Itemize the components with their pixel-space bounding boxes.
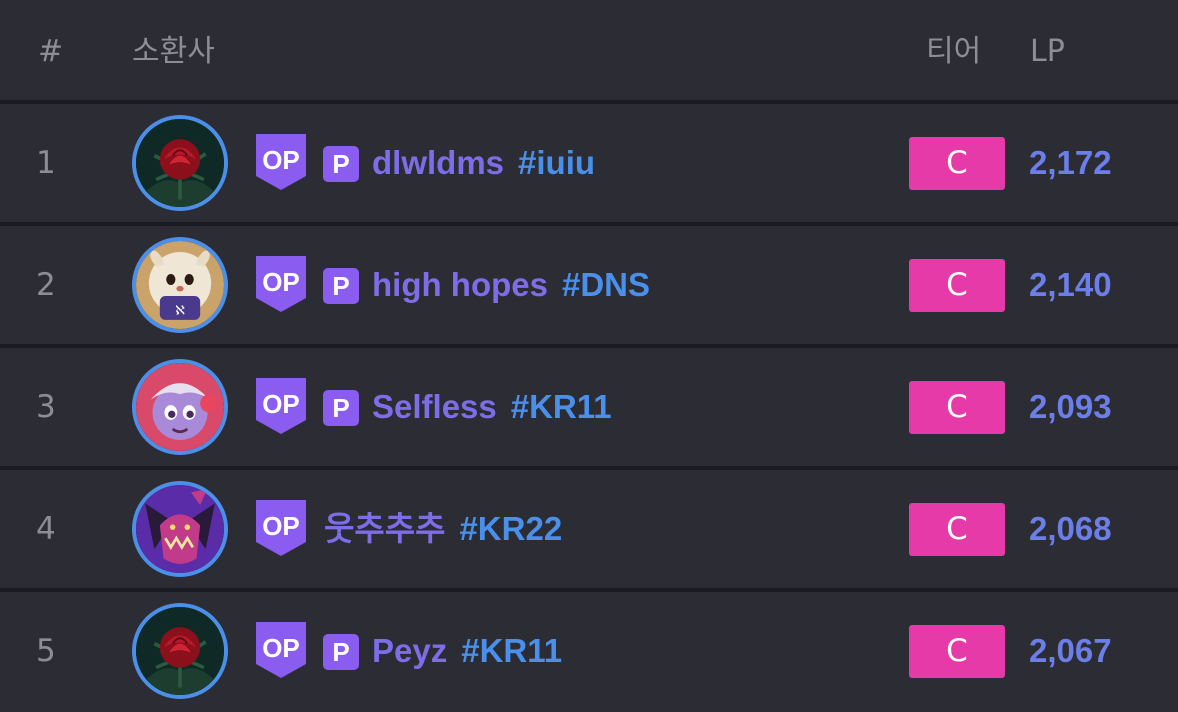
avatar[interactable]	[132, 603, 228, 699]
p-badge: P	[323, 268, 359, 304]
op-badge[interactable]: OP	[256, 378, 306, 434]
op-label: OP	[262, 389, 300, 419]
rank-number: 5	[36, 633, 56, 669]
summoner-name: Peyz	[372, 632, 448, 669]
summoner-tag: #KR22	[459, 510, 563, 547]
lp-value: 2,093	[1029, 388, 1112, 425]
table-row[interactable]: 1 OP P dlwldms #iuiu C 2,172	[0, 104, 1178, 222]
summoner-name-link[interactable]: Peyz #KR11	[372, 629, 562, 673]
rank-column-header: #	[38, 34, 64, 69]
p-badge: P	[323, 634, 359, 670]
op-label: OP	[262, 633, 300, 663]
rank-number: 2	[36, 267, 56, 303]
summoner-tag: #iuiu	[518, 144, 596, 181]
tier-badge: C	[909, 625, 1005, 678]
svg-text:ℵ: ℵ	[175, 303, 185, 318]
summoner-name-link[interactable]: 웃추추추 #KR22	[324, 507, 562, 551]
tier-column-header: 티어	[926, 34, 982, 69]
summoner-name-link[interactable]: high hopes #DNS	[372, 263, 650, 307]
summoner-tag: #DNS	[562, 266, 651, 303]
summoner-tag: #KR11	[510, 388, 612, 425]
table-row[interactable]: 3 OP P Selfless #KR11 C 2,093	[0, 348, 1178, 466]
summoner-name: high hopes	[372, 266, 548, 303]
lp-value: 2,067	[1029, 632, 1112, 669]
op-badge[interactable]: OP	[256, 622, 306, 678]
tier-badge: C	[909, 137, 1005, 190]
leaderboard: # 소환사 티어 LP 1 OP P dlwldms #iuiu C 2,172…	[0, 0, 1178, 712]
rose-icon	[136, 119, 224, 207]
lp-column-header: LP	[1030, 34, 1065, 69]
summoner-tag: #KR11	[461, 632, 563, 669]
summoner-name: dlwldms	[372, 144, 505, 181]
avatar[interactable]	[132, 115, 228, 211]
op-label: OP	[262, 267, 300, 297]
rank-number: 3	[36, 389, 56, 425]
table-row[interactable]: 2 ℵ OP P high hopes #DNS C 2,140	[0, 226, 1178, 344]
rank-number: 4	[36, 511, 56, 547]
lp-value: 2,140	[1029, 266, 1112, 303]
tristana-icon	[136, 363, 224, 451]
op-label: OP	[262, 145, 300, 175]
lp-value: 2,172	[1029, 144, 1112, 181]
tier-badge: C	[909, 259, 1005, 312]
p-badge: P	[323, 146, 359, 182]
avatar[interactable]	[132, 481, 228, 577]
op-badge[interactable]: OP	[256, 500, 306, 556]
summoner-name: 웃추추추	[324, 510, 446, 547]
tier-badge: C	[909, 381, 1005, 434]
p-badge: P	[323, 390, 359, 426]
tier-badge: C	[909, 503, 1005, 556]
summoner-name-link[interactable]: dlwldms #iuiu	[372, 141, 595, 185]
poro-icon: ℵ	[136, 241, 224, 329]
summoner-name-link[interactable]: Selfless #KR11	[372, 385, 612, 429]
op-badge[interactable]: OP	[256, 256, 306, 312]
op-label: OP	[262, 511, 300, 541]
summoner-column-header: 소환사	[132, 34, 215, 69]
lp-value: 2,068	[1029, 510, 1112, 547]
rank-number: 1	[36, 145, 56, 181]
rose-icon	[136, 607, 224, 695]
monster-icon	[136, 485, 224, 573]
summoner-name: Selfless	[372, 388, 497, 425]
op-badge[interactable]: OP	[256, 134, 306, 190]
table-header: # 소환사 티어 LP	[0, 0, 1178, 100]
avatar[interactable]	[132, 359, 228, 455]
avatar[interactable]: ℵ	[132, 237, 228, 333]
table-row[interactable]: 4 OP 웃추추추 #KR22 C 2,068	[0, 470, 1178, 588]
table-row[interactable]: 5 OP P Peyz #KR11 C 2,067	[0, 592, 1178, 712]
